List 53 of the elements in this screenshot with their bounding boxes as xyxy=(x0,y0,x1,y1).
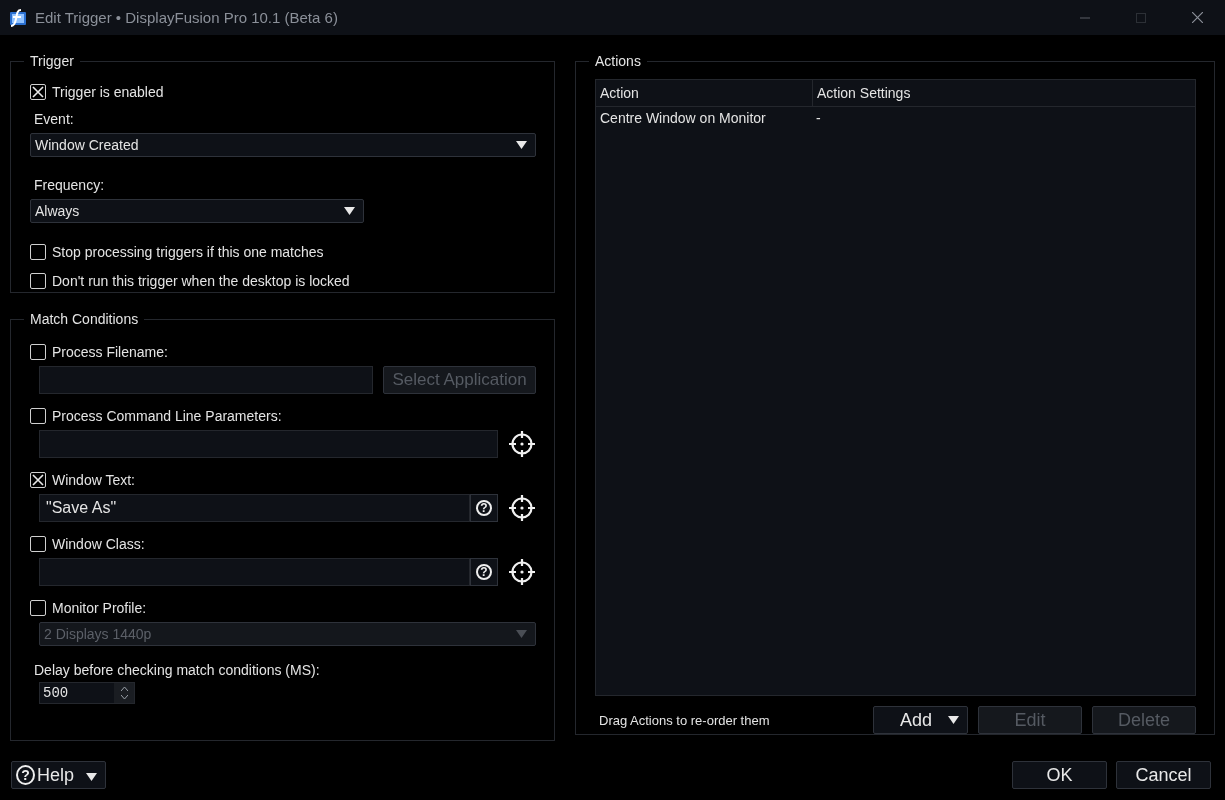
crosshair-icon[interactable] xyxy=(508,494,536,522)
checkbox[interactable] xyxy=(30,273,46,289)
caret-icon xyxy=(86,772,97,781)
text-field[interactable]: "Save As" xyxy=(39,494,470,522)
dropdown[interactable]: Always xyxy=(30,199,364,223)
window-title: Edit Trigger • DisplayFusion Pro 10.1 (Beta 6) xyxy=(35,9,338,26)
table-cell-text: Centre Window on Monitor xyxy=(599,109,767,128)
checkbox-label: Process Filename: xyxy=(52,344,168,360)
checkbox[interactable] xyxy=(30,244,46,260)
checkbox[interactable] xyxy=(30,84,46,100)
help-button[interactable]: ? xyxy=(470,558,498,586)
checkbox-label: Window Class: xyxy=(52,536,145,552)
text-field[interactable] xyxy=(39,430,498,458)
action-button[interactable]: Add xyxy=(873,706,968,734)
caret-icon xyxy=(516,630,527,638)
group-title: Match Conditions xyxy=(29,311,140,327)
group-title: Actions xyxy=(594,53,642,69)
checkbox-label: Window Text: xyxy=(52,472,135,488)
field-label: Delay before checking match conditions (MS): xyxy=(33,662,321,678)
checkbox[interactable] xyxy=(30,536,46,552)
hint-text: Drag Actions to re-order them xyxy=(598,712,771,728)
crosshair-icon[interactable] xyxy=(508,558,536,586)
close-icon xyxy=(1191,12,1203,23)
caret-icon xyxy=(948,716,959,724)
field-label: Event: xyxy=(33,111,75,127)
checkbox-label: Monitor Profile: xyxy=(52,600,147,616)
app-logo-icon xyxy=(9,8,27,27)
column-header[interactable]: Action Settings xyxy=(813,80,1195,106)
number-spinner[interactable]: 500 xyxy=(39,682,135,704)
column-header[interactable]: Action xyxy=(596,80,813,106)
checkbox[interactable] xyxy=(30,408,46,424)
checkbox-label: Don't run this trigger when the desktop is locked xyxy=(52,273,350,289)
caret-icon xyxy=(344,207,355,215)
checkbox-label: Stop processing triggers if this one matches xyxy=(52,244,324,260)
maximize-icon xyxy=(1136,12,1146,23)
caret-icon xyxy=(516,141,527,149)
text-field[interactable] xyxy=(39,366,373,394)
field-label: Frequency: xyxy=(33,177,106,193)
help-button[interactable]: ? Help xyxy=(11,761,106,789)
crosshair-icon[interactable] xyxy=(508,430,536,458)
checkbox-label: Process Command Line Parameters: xyxy=(52,408,282,424)
check-mark-icon xyxy=(32,474,44,486)
checkbox-label: Trigger is enabled xyxy=(52,84,164,100)
checkbox[interactable] xyxy=(30,472,46,488)
text-field[interactable] xyxy=(39,558,470,586)
table-cell-text: - xyxy=(815,109,822,128)
dialog-button[interactable]: Cancel xyxy=(1116,761,1211,789)
help-button[interactable]: ? xyxy=(470,494,498,522)
dialog-button[interactable]: OK xyxy=(1012,761,1107,789)
group-title: Trigger xyxy=(29,53,75,69)
dropdown[interactable]: Window Created xyxy=(30,133,536,157)
check-mark-icon xyxy=(32,86,44,98)
checkbox[interactable] xyxy=(30,344,46,360)
